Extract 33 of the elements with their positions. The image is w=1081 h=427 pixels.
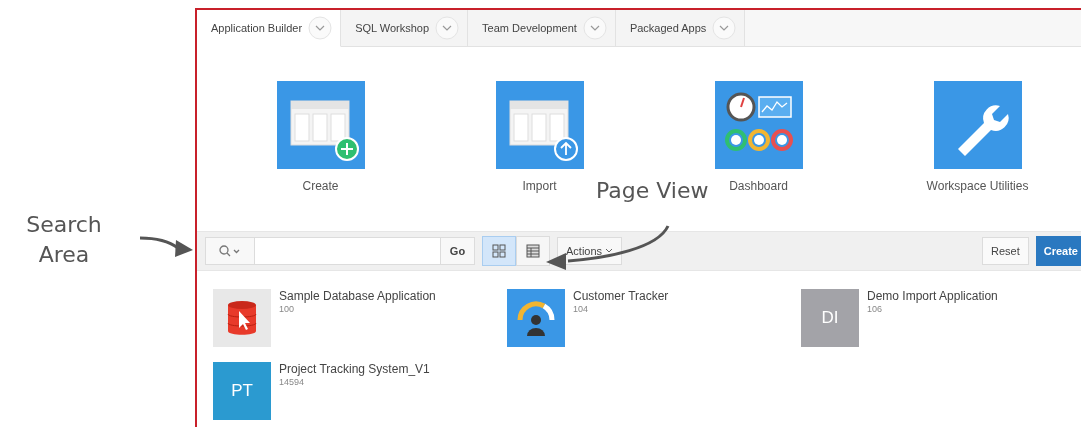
tile-label: Create [302, 179, 339, 193]
app-name[interactable]: Project Tracking System_V1 [279, 362, 449, 376]
search-field[interactable] [255, 237, 440, 265]
app-id: 100 [279, 304, 296, 314]
tile-button[interactable] [276, 81, 365, 169]
tile-label: Dashboard [729, 179, 788, 193]
view-toggle[interactable] [516, 236, 550, 266]
search-icon [219, 245, 241, 257]
create-button[interactable]: Create [1035, 236, 1081, 266]
search-menu-button[interactable] [205, 237, 255, 265]
callout-text: Page View [596, 177, 709, 205]
app-id: 104 [573, 304, 590, 314]
callout-text: Search Area [25, 211, 103, 269]
app-id: 14594 [279, 377, 306, 387]
tile-button[interactable] [714, 81, 803, 169]
go-button[interactable]: Go [440, 237, 475, 265]
gauge-person-icon[interactable] [507, 289, 565, 347]
app-name[interactable]: Demo Import Application [867, 289, 1037, 303]
database-icon[interactable] [213, 289, 271, 347]
tile-button[interactable] [933, 81, 1022, 169]
tile-button[interactable] [495, 81, 584, 169]
app-name[interactable]: Sample Database Application [279, 289, 449, 303]
view-toggle[interactable] [482, 236, 516, 266]
tile-label: Import [522, 179, 557, 193]
tile-label: Workspace Utilities [926, 179, 1029, 193]
reset-button[interactable]: Reset [982, 237, 1029, 265]
caret-icon [605, 248, 614, 254]
grid-view-icon [492, 244, 506, 258]
table-view-icon [526, 244, 540, 258]
app-id: 106 [867, 304, 884, 314]
tab[interactable]: Application Builder [197, 10, 342, 47]
callout-arrow [139, 236, 193, 257]
app-name[interactable]: Customer Tracker [573, 289, 743, 303]
